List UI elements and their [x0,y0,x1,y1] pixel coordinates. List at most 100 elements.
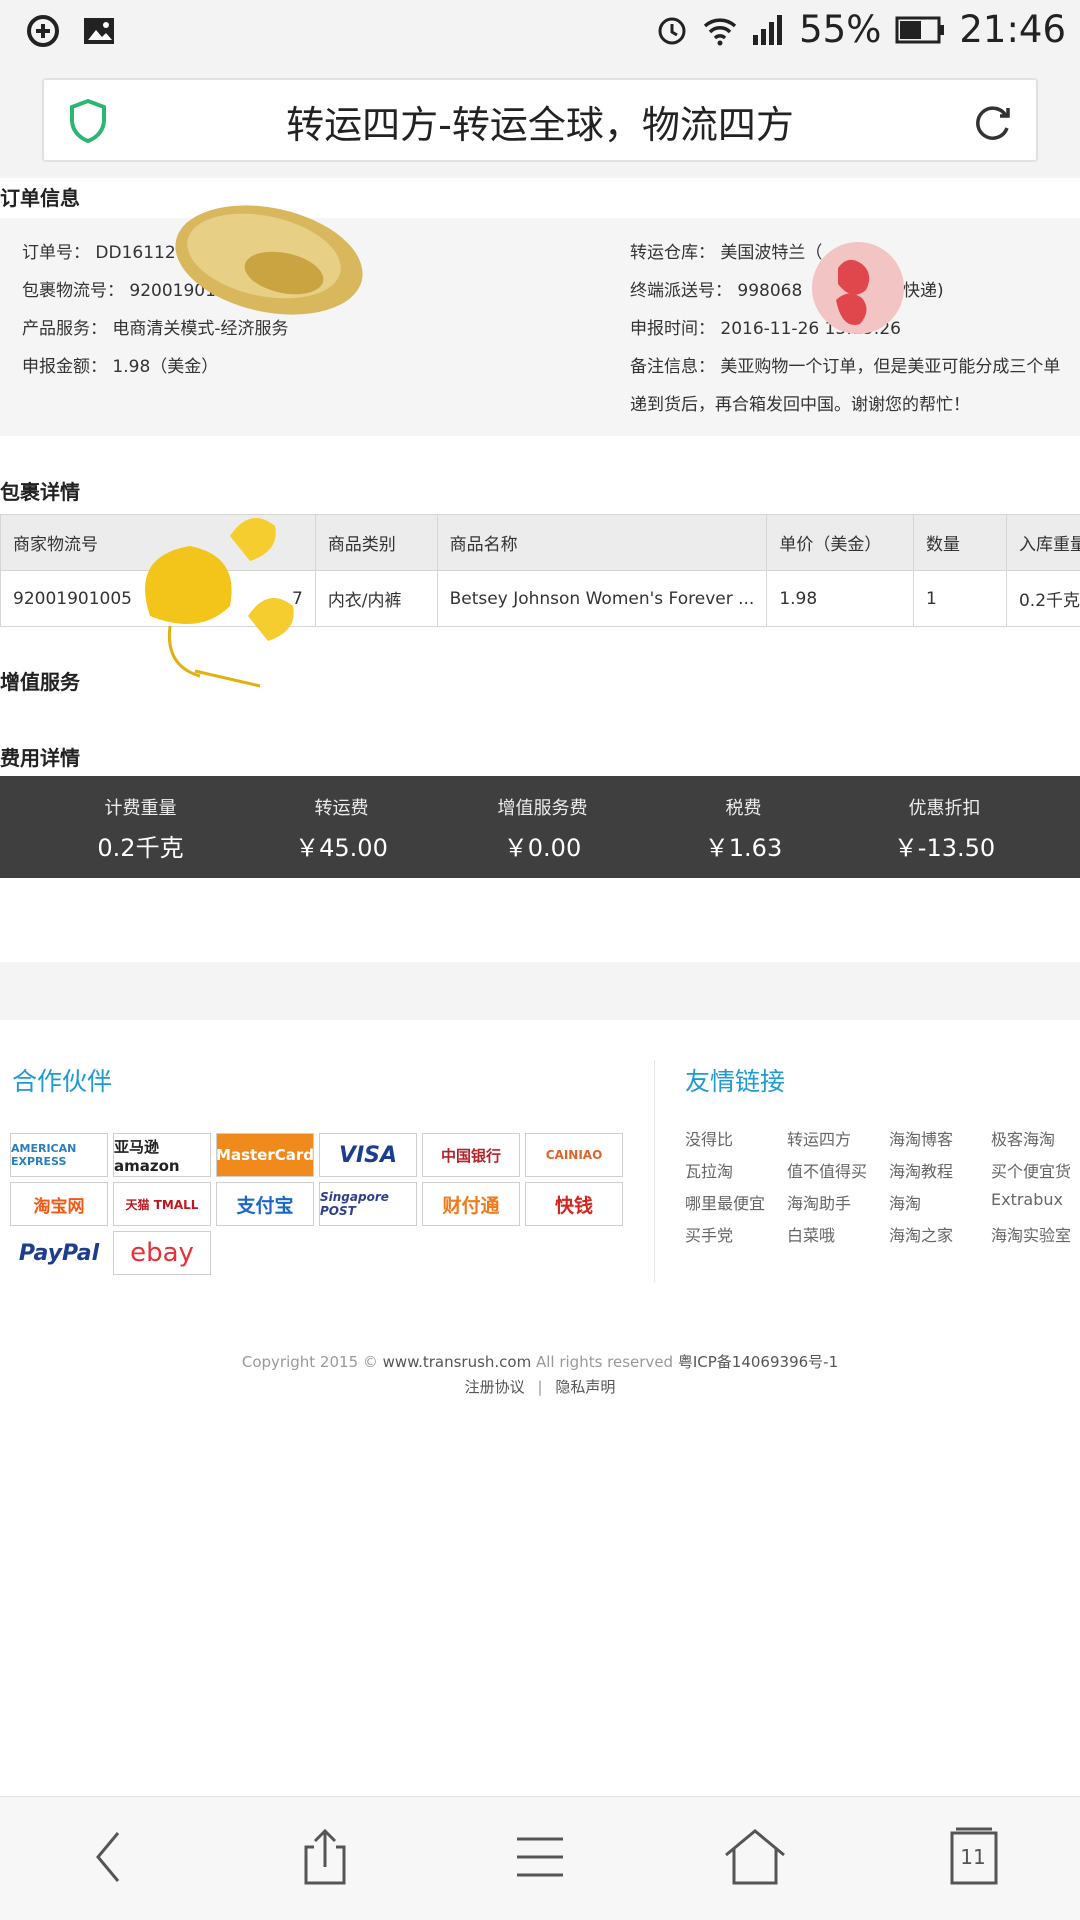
fee-label: 转运费 [314,798,369,819]
delivery-carrier: 快递) [903,281,944,301]
order-number: 订单号： DD16112 [22,243,176,263]
reload-icon[interactable] [970,100,1014,144]
remark-line-2: 递到货后，再合箱发回中国。谢谢您的帮忙！ [630,395,970,415]
order-info-panel: 订单号： DD16112 包裹物流号： 92001901005 产品服务： 电商… [0,218,1080,436]
fee-detail-heading: 费用详情 [0,746,80,770]
value-added-heading: 增值服务 [0,670,80,694]
data-saver-icon [27,15,59,47]
column-header: 单价（美金） [766,514,915,571]
fee-item-discount: 优惠折扣 ￥-13.50 [844,776,1045,878]
weight-cell: 0.2千克 [1005,570,1080,627]
alarm-icon [658,17,686,44]
partner-logo-amazon[interactable]: 亚马逊 amazon [113,1133,211,1177]
link-item[interactable]: 海淘教程 [889,1158,991,1190]
delivery-number: 终端派送号： 998068 [630,281,803,301]
partner-logo-mastercard[interactable]: MasterCard [216,1133,314,1177]
partner-logo-bank-of-china[interactable]: 中国银行 [422,1133,520,1177]
link-item[interactable]: 没得比 [685,1126,787,1158]
fee-item-weight: 计费重量 0.2千克 [40,776,241,878]
divider-band [0,962,1080,1020]
link-item[interactable]: Extrabux [991,1190,1080,1222]
link-item[interactable]: 瓦拉淘 [685,1158,787,1190]
quantity-cell: 1 [913,570,1007,627]
tabs-button[interactable]: 11 [938,1825,1008,1889]
register-agreement-link[interactable]: 注册协议 [465,1378,525,1396]
back-icon[interactable] [76,1825,146,1889]
fee-value: 0.2千克 [97,834,184,862]
status-bar: 55% 21:46 [0,0,1080,66]
fee-item-shipping: 转运费 ￥45.00 [241,776,442,878]
legal-links: 注册协议 | 隐私声明 [0,1375,1080,1400]
fee-item-value-added: 增值服务费 ￥0.00 [442,776,643,878]
partner-logo-tmall[interactable]: 天猫 TMALL [113,1182,211,1226]
rights-text: All rights reserved [531,1353,678,1371]
fee-value: ￥1.63 [704,834,783,862]
category-cell: 内衣/内裤 [314,570,438,627]
column-header: 商品类别 [314,514,438,571]
link-item[interactable]: 值不值得买 [787,1158,889,1190]
order-info-heading: 订单信息 [0,186,80,210]
gold-glitter-sticker [175,205,363,315]
friend-links: 没得比 转运四方 海淘博客 极客海淘 瓦拉淘 值不值得买 海淘教程 买个便宜货 … [685,1126,1080,1254]
battery-icon [895,16,945,43]
links-heading: 友情链接 [685,1067,786,1096]
page-footer: Copyright 2015 © www.transrush.com All r… [0,1350,1080,1400]
privacy-link[interactable]: 隐私声明 [555,1378,615,1396]
fee-label: 增值服务费 [497,798,588,819]
partner-logo-paypal[interactable]: PayPal [10,1231,108,1275]
link-item[interactable]: 海淘博客 [889,1126,991,1158]
copyright-line: Copyright 2015 © www.transrush.com All r… [0,1350,1080,1375]
partner-logo-amex[interactable]: AMERICAN EXPRESS [10,1133,108,1177]
page-title: 转运四方-转运全球，物流四方 [286,103,794,147]
partner-logos: AMERICAN EXPRESS 亚马逊 amazon MasterCard V… [10,1133,624,1275]
fee-label: 优惠折扣 [908,798,981,819]
link-item[interactable]: 海淘 [889,1190,991,1222]
partner-logo-alipay[interactable]: 支付宝 [216,1182,314,1226]
partner-logo-cainiao[interactable]: CAINIAO [525,1133,623,1177]
browser-bottom-nav: 11 [0,1796,1080,1920]
link-item[interactable]: 白菜哦 [787,1222,889,1254]
signal-icon [753,14,783,45]
tab-count: 11 [960,1845,986,1869]
product-name-cell[interactable]: Betsey Johnson Women's Forever ... [436,570,768,627]
partner-logo-ebay[interactable]: ebay [113,1231,211,1275]
footer-divider [654,1060,655,1282]
partner-logo-taobao[interactable]: 淘宝网 [10,1182,108,1226]
web-page: 订单信息 订单号： DD16112 包裹物流号： 92001901005 产品服… [0,178,1080,1796]
warehouse: 转运仓库： 美国波特兰（ [630,243,823,263]
address-bar[interactable]: 转运四方-转运全球，物流四方 [42,78,1038,162]
link-item[interactable]: 哪里最便宜 [685,1190,787,1222]
browser-toolbar: 转运四方-转运全球，物流四方 [0,66,1080,178]
column-header: 数量 [913,514,1007,571]
fee-value: ￥45.00 [295,834,388,862]
link-item[interactable]: 海淘助手 [787,1190,889,1222]
site-link[interactable]: www.transrush.com [383,1353,532,1371]
partner-logo-singapore-post[interactable]: Singapore POST [319,1182,417,1226]
link-item[interactable]: 极客海淘 [991,1126,1080,1158]
fee-label: 税费 [725,798,762,819]
link-item[interactable]: 买个便宜货 [991,1158,1080,1190]
legal-separator: | [537,1378,543,1396]
icp-link[interactable]: 粤ICP备14069396号-1 [678,1353,838,1371]
strawberry-sticker [812,242,904,334]
wifi-icon [703,17,737,45]
clock: 21:46 [959,8,1066,51]
partner-logo-tenpay[interactable]: 财付通 [422,1182,520,1226]
remark-line-1: 备注信息： 美亚购物一个订单，但是美亚可能分成三个单 [630,357,1061,377]
package-detail-heading: 包裹详情 [0,480,80,504]
link-item[interactable]: 海淘之家 [889,1222,991,1254]
share-icon[interactable] [290,1825,360,1889]
partner-logo-99bill[interactable]: 快钱 [525,1182,623,1226]
home-icon[interactable] [720,1825,790,1889]
partners-heading: 合作伙伴 [12,1067,113,1096]
link-item[interactable]: 转运四方 [787,1126,889,1158]
declared-amount: 申报金额： 1.98（美金） [22,357,219,377]
link-item[interactable]: 买手党 [685,1222,787,1254]
unit-price-cell: 1.98 [766,570,915,627]
column-header: 入库重量 [1005,514,1080,571]
fee-summary-bar: 计费重量 0.2千克 转运费 ￥45.00 增值服务费 ￥0.00 税费 ￥1.… [0,776,1080,878]
fee-value: ￥-13.50 [893,834,996,862]
link-item[interactable]: 海淘实验室 [991,1222,1080,1254]
partner-logo-visa[interactable]: VISA [319,1133,417,1177]
menu-icon[interactable] [505,1825,575,1889]
